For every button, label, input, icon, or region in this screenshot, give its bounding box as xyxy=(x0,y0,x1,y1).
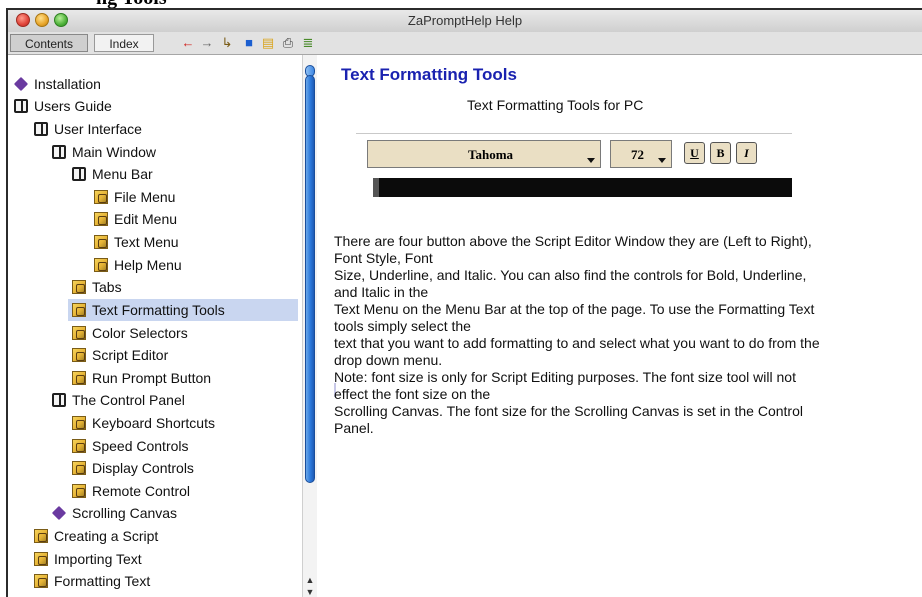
tree-item-control-panel[interactable]: The Control Panel xyxy=(52,389,185,411)
tree-item-help-menu[interactable]: Help Menu xyxy=(94,254,182,276)
tree-item-file-menu[interactable]: File Menu xyxy=(94,186,175,208)
page-icon xyxy=(72,371,86,385)
tab-contents[interactable]: Contents xyxy=(10,34,88,52)
topic-subtitle: Text Formatting Tools for PC xyxy=(467,97,644,113)
page-icon xyxy=(72,348,86,362)
paragraph-line: text that you want to add formatting to … xyxy=(334,335,820,351)
paragraph-line: Note: font size is only for Script Editi… xyxy=(334,369,796,385)
tab-index[interactable]: Index xyxy=(94,34,154,52)
open-book-icon xyxy=(52,393,66,407)
page-icon xyxy=(34,552,48,566)
toolbar: Contents Index ← → ↳ ■ ▤ ⎙ ≣ xyxy=(8,32,922,55)
print-icon[interactable]: ⎙ xyxy=(280,35,296,51)
open-book-icon xyxy=(14,99,28,113)
scroll-down-arrow-icon[interactable]: ▼ xyxy=(305,587,315,597)
tree-item-users-guide[interactable]: Users Guide xyxy=(14,95,112,117)
tree-item-installation[interactable]: Installation xyxy=(13,73,101,95)
page-icon xyxy=(72,439,86,453)
paragraph-line: Panel. xyxy=(334,420,374,436)
tree-item-user-interface[interactable]: User Interface xyxy=(34,118,142,140)
italic-button: I xyxy=(736,142,757,164)
tree-item-importing-text[interactable]: Importing Text xyxy=(34,548,142,570)
script-editor-preview xyxy=(373,178,792,197)
page-icon xyxy=(94,190,108,204)
scroll-thumb[interactable] xyxy=(305,75,315,483)
tree-item-text-formatting-tools[interactable]: Text Formatting Tools xyxy=(68,299,298,321)
tree-item-script-editor[interactable]: Script Editor xyxy=(72,344,168,366)
page-icon xyxy=(34,574,48,588)
tree-item-speed-controls[interactable]: Speed Controls xyxy=(72,435,189,457)
topic-title: Text Formatting Tools xyxy=(341,65,517,84)
open-book-icon xyxy=(72,167,86,181)
page-icon xyxy=(72,461,86,475)
paragraph-line: Scrolling Canvas. The font size for the … xyxy=(334,403,803,419)
tree-item-remote-control[interactable]: Remote Control xyxy=(72,480,190,502)
tree-item-keyboard-shortcuts[interactable]: Keyboard Shortcuts xyxy=(72,412,215,434)
sync-icon[interactable]: ↳ xyxy=(219,35,235,51)
title-bar: ZaPromptHelp Help xyxy=(8,10,922,33)
dropdown-caret-icon xyxy=(587,158,595,163)
underline-button: U xyxy=(684,142,705,164)
tree-item-color-selectors[interactable]: Color Selectors xyxy=(72,322,188,344)
page-icon xyxy=(72,280,86,294)
bookmark-icon[interactable]: ■ xyxy=(241,35,257,51)
open-book-icon xyxy=(52,145,66,159)
font-select: Tahoma xyxy=(367,140,601,168)
tree-item-scrolling-canvas[interactable]: Scrolling Canvas xyxy=(51,502,177,524)
tree-item-menu-bar[interactable]: Menu Bar xyxy=(72,163,153,185)
paragraph-line: Size, Underline, and Italic. You can als… xyxy=(334,267,807,283)
paragraph-line: tools simply select the xyxy=(334,318,471,334)
paragraph-line: effect the font size on the xyxy=(334,386,491,402)
back-arrow-icon[interactable]: ← xyxy=(180,35,196,51)
paragraph-line: Font Style, Font xyxy=(334,250,433,266)
tree-item-text-menu[interactable]: Text Menu xyxy=(94,231,179,253)
diamond-icon xyxy=(13,76,29,92)
tree-item-run-prompt-button[interactable]: Run Prompt Button xyxy=(72,367,211,389)
page-icon xyxy=(72,484,86,498)
dropdown-caret-icon xyxy=(658,158,666,163)
topic-paragraph: There are four button above the Script E… xyxy=(334,233,902,437)
page-icon xyxy=(94,235,108,249)
tree-item-tabs[interactable]: Tabs xyxy=(72,276,122,298)
page-icon xyxy=(94,212,108,226)
tree-item-display-controls[interactable]: Display Controls xyxy=(72,457,194,479)
page-icon xyxy=(72,303,86,317)
scroll-up-arrow-icon[interactable]: ▲ xyxy=(305,575,315,585)
tree-item-main-window[interactable]: Main Window xyxy=(52,141,156,163)
tree-item-creating-a-script[interactable]: Creating a Script xyxy=(34,525,158,547)
window-title: ZaPromptHelp Help xyxy=(407,13,523,28)
options-icon[interactable]: ≣ xyxy=(300,35,316,51)
page-icon xyxy=(34,529,48,543)
page-icon xyxy=(72,326,86,340)
paragraph-line: There are four button above the Script E… xyxy=(334,233,812,249)
folder-open-icon[interactable]: ▤ xyxy=(260,35,276,51)
paragraph-line: and Italic in the xyxy=(334,284,429,300)
forward-arrow-icon[interactable]: → xyxy=(199,35,215,51)
paragraph-line: Text Menu on the Menu Bar at the top of … xyxy=(334,301,815,317)
topic-content: Text Formatting Tools Text Formatting To… xyxy=(317,55,922,597)
page-icon xyxy=(94,258,108,272)
formatting-toolbar-image: Tahoma 72 U B I xyxy=(344,123,792,223)
bold-button: B xyxy=(710,142,731,164)
paragraph-line: drop down menu. xyxy=(334,352,443,368)
help-window: ZaPromptHelp Help Contents Index ← → ↳ ■… xyxy=(6,8,922,597)
page-icon xyxy=(72,416,86,430)
header-fragment: ng Tools xyxy=(96,0,167,8)
tree-item-edit-menu[interactable]: Edit Menu xyxy=(94,208,177,230)
diamond-icon xyxy=(51,505,67,521)
tree-item-formatting-text[interactable]: Formatting Text xyxy=(34,570,150,592)
font-size-select: 72 xyxy=(610,140,672,168)
contents-tree: Installation Users Guide User Interface … xyxy=(8,55,303,597)
open-book-icon xyxy=(34,122,48,136)
sidebar-scrollbar[interactable]: ▲ ▼ xyxy=(302,55,317,597)
